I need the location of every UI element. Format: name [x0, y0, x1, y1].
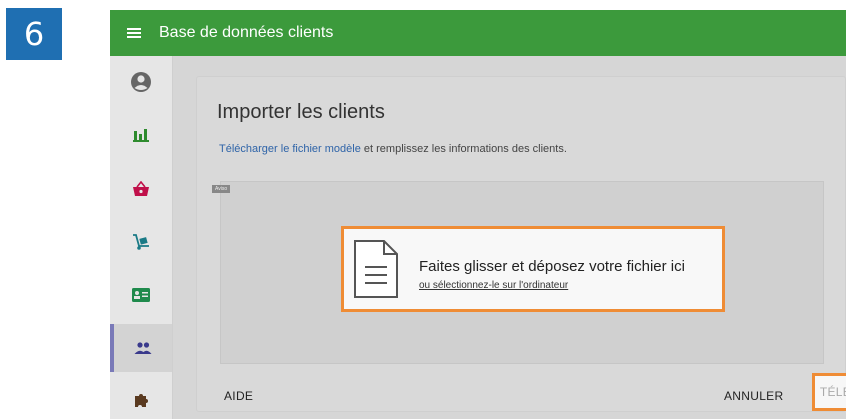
- sidebar-item-id-card[interactable]: [110, 271, 172, 319]
- puzzle-icon: [135, 394, 148, 407]
- sidebar-item-delivery[interactable]: [110, 218, 172, 266]
- upload-button[interactable]: TÉLÉCHARGER: [812, 373, 846, 411]
- hand-truck-icon: [133, 234, 149, 250]
- id-card-icon: [132, 288, 150, 302]
- app-window: Base de données clients Importer les cli…: [110, 10, 846, 419]
- template-download-link[interactable]: Télécharger le fichier modèle: [219, 143, 361, 155]
- basket-icon: [133, 181, 149, 196]
- sidebar-item-clients[interactable]: [110, 324, 172, 372]
- document-icon: [354, 240, 398, 298]
- cancel-button[interactable]: ANNULER: [724, 389, 783, 403]
- hamburger-menu-icon[interactable]: [127, 28, 141, 38]
- sidebar-item-statistics[interactable]: [110, 111, 172, 159]
- drop-instructions-box[interactable]: Faites glisser et déposez votre fichier …: [341, 226, 725, 312]
- bar-chart-icon: [133, 129, 149, 142]
- sidebar-item-account[interactable]: [110, 58, 172, 106]
- import-clients-card: Importer les clients Télécharger le fich…: [196, 76, 846, 412]
- file-drop-zone[interactable]: Aviso Faites glisser et déposez votre fi…: [212, 181, 824, 364]
- dropzone-tag: Aviso: [212, 185, 231, 193]
- app-title: Base de données clients: [159, 24, 334, 41]
- people-icon: [134, 342, 152, 354]
- sidebar-item-extensions[interactable]: [110, 376, 172, 419]
- drop-main-text: Faites glisser et déposez votre fichier …: [419, 258, 685, 275]
- sidebar-item-shop[interactable]: [110, 165, 172, 213]
- select-from-computer-link[interactable]: ou sélectionnez-le sur l'ordinateur: [419, 280, 568, 291]
- help-button[interactable]: AIDE: [224, 389, 253, 403]
- instruction-rest: et remplissez les informations des clien…: [360, 143, 567, 155]
- page-title: Importer les clients: [217, 101, 385, 123]
- sidebar: [110, 56, 173, 419]
- top-app-bar: Base de données clients: [110, 10, 846, 56]
- account-circle-icon: [131, 72, 151, 92]
- instruction-text: Télécharger le fichier modèle et remplis…: [219, 143, 567, 155]
- step-number-badge: 6: [6, 8, 62, 60]
